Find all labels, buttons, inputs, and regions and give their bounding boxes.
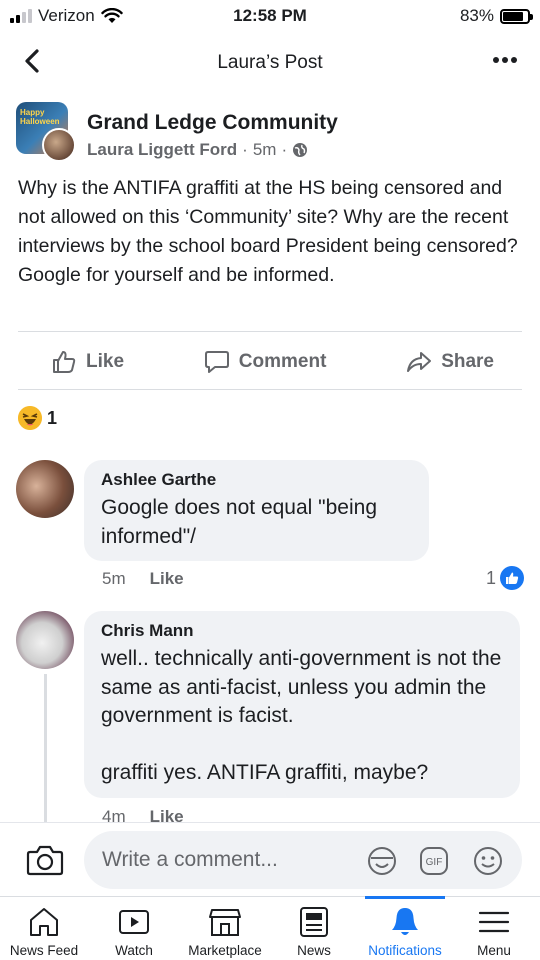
camera-icon[interactable] [26,843,64,877]
comment-item: Chris Mann well.. technically anti-gover… [16,611,524,826]
comment-input-placeholder: Write a comment... [102,848,278,871]
globe-icon [293,143,308,157]
tab-label: News Feed [9,943,79,958]
tab-label: Watch [115,943,153,958]
comment-like-link[interactable]: Like [150,569,184,589]
tab-news[interactable]: News [274,897,354,960]
meta-separator: · [242,140,248,159]
comment-meta: 5m Like [102,569,184,589]
comment-label: Comment [238,351,327,372]
group-name[interactable]: Grand Ledge Community [87,111,338,135]
tab-watch[interactable]: Watch [94,897,174,960]
comment-button[interactable]: Comment [203,348,327,376]
tab-news-feed[interactable]: News Feed [4,897,84,960]
haha-reaction-icon [18,406,42,430]
share-label: Share [441,351,494,372]
post-body: Why is the ANTIFA graffiti at the HS bei… [18,177,518,286]
menu-icon [478,911,510,933]
comment-bubble[interactable]: Ashlee Garthe Google does not equal "bei… [84,460,429,561]
comment-time: 5m [102,569,126,588]
post-author-block: Happy Halloween Grand Ledge Community La… [16,102,524,162]
like-label: Like [86,351,125,372]
battery-fill [503,11,523,21]
post-header-bar: Laura’s Post [0,38,540,86]
comment-like-count[interactable]: 1 [486,566,524,590]
thumbs-up-icon [53,351,76,373]
comment-icon [204,351,229,373]
status-right: 83% [459,6,533,26]
comment-item: Ashlee Garthe Google does not equal "bei… [16,460,524,595]
sticker-icon[interactable] [366,845,398,877]
divider [18,331,522,332]
bottom-tab-bar: News Feed Watch Marketplace News Notific… [0,896,540,960]
tab-label: News [297,943,331,958]
author-avatar[interactable] [42,128,76,162]
post-actions: Like Comment Share [18,340,522,384]
tab-marketplace[interactable]: Marketplace [180,897,270,960]
like-button[interactable]: Like [50,348,124,376]
status-bar: Verizon 12:58 PM 83% [0,0,540,32]
divider [18,389,522,390]
watch-icon [119,910,149,934]
group-avatar-text: Happy Halloween [20,108,60,126]
comment-bubble[interactable]: Chris Mann well.. technically anti-gover… [84,611,520,798]
comment-composer: Write a comment... GIF [0,822,540,896]
commenter-name[interactable]: Chris Mann [101,621,502,641]
gif-icon[interactable]: GIF [418,845,450,877]
meta-separator: · [281,140,288,159]
page-title: Laura’s Post [217,52,323,73]
comment-text: well.. technically anti-government is no… [101,647,502,784]
post-time[interactable]: 5m [253,140,277,160]
post-meta: Laura Liggett Ford · 5m · [87,140,308,160]
svg-text:GIF: GIF [426,857,443,868]
commenter-avatar[interactable] [16,460,74,518]
battery-icon [500,8,533,24]
commenter-avatar[interactable] [16,611,74,669]
home-icon [30,908,58,936]
tab-label: Menu [477,943,511,958]
reaction-count: 1 [47,407,58,428]
comment-like-number: 1 [485,567,496,588]
comment-input[interactable]: Write a comment... GIF [84,831,522,889]
commenter-name[interactable]: Ashlee Garthe [101,470,411,490]
marketplace-icon [209,909,241,936]
share-button[interactable]: Share [405,348,494,376]
post-avatars[interactable]: Happy Halloween [16,102,76,162]
tab-label: Marketplace [188,943,262,958]
battery-percent: 83% [459,6,494,25]
tab-label: Notifications [368,943,442,958]
reactions-summary[interactable]: 1 [18,406,57,430]
bell-icon [392,908,418,935]
emoji-icon[interactable] [472,845,504,877]
tab-menu[interactable]: Menu [454,897,534,960]
comment-text: Google does not equal "being informed"/ [101,496,378,548]
share-icon [407,352,432,372]
like-badge-icon [500,566,524,590]
more-options-icon[interactable] [490,50,520,70]
news-icon [300,907,328,937]
post-author[interactable]: Laura Liggett Ford [87,140,237,160]
tab-notifications[interactable]: Notifications [360,897,450,960]
